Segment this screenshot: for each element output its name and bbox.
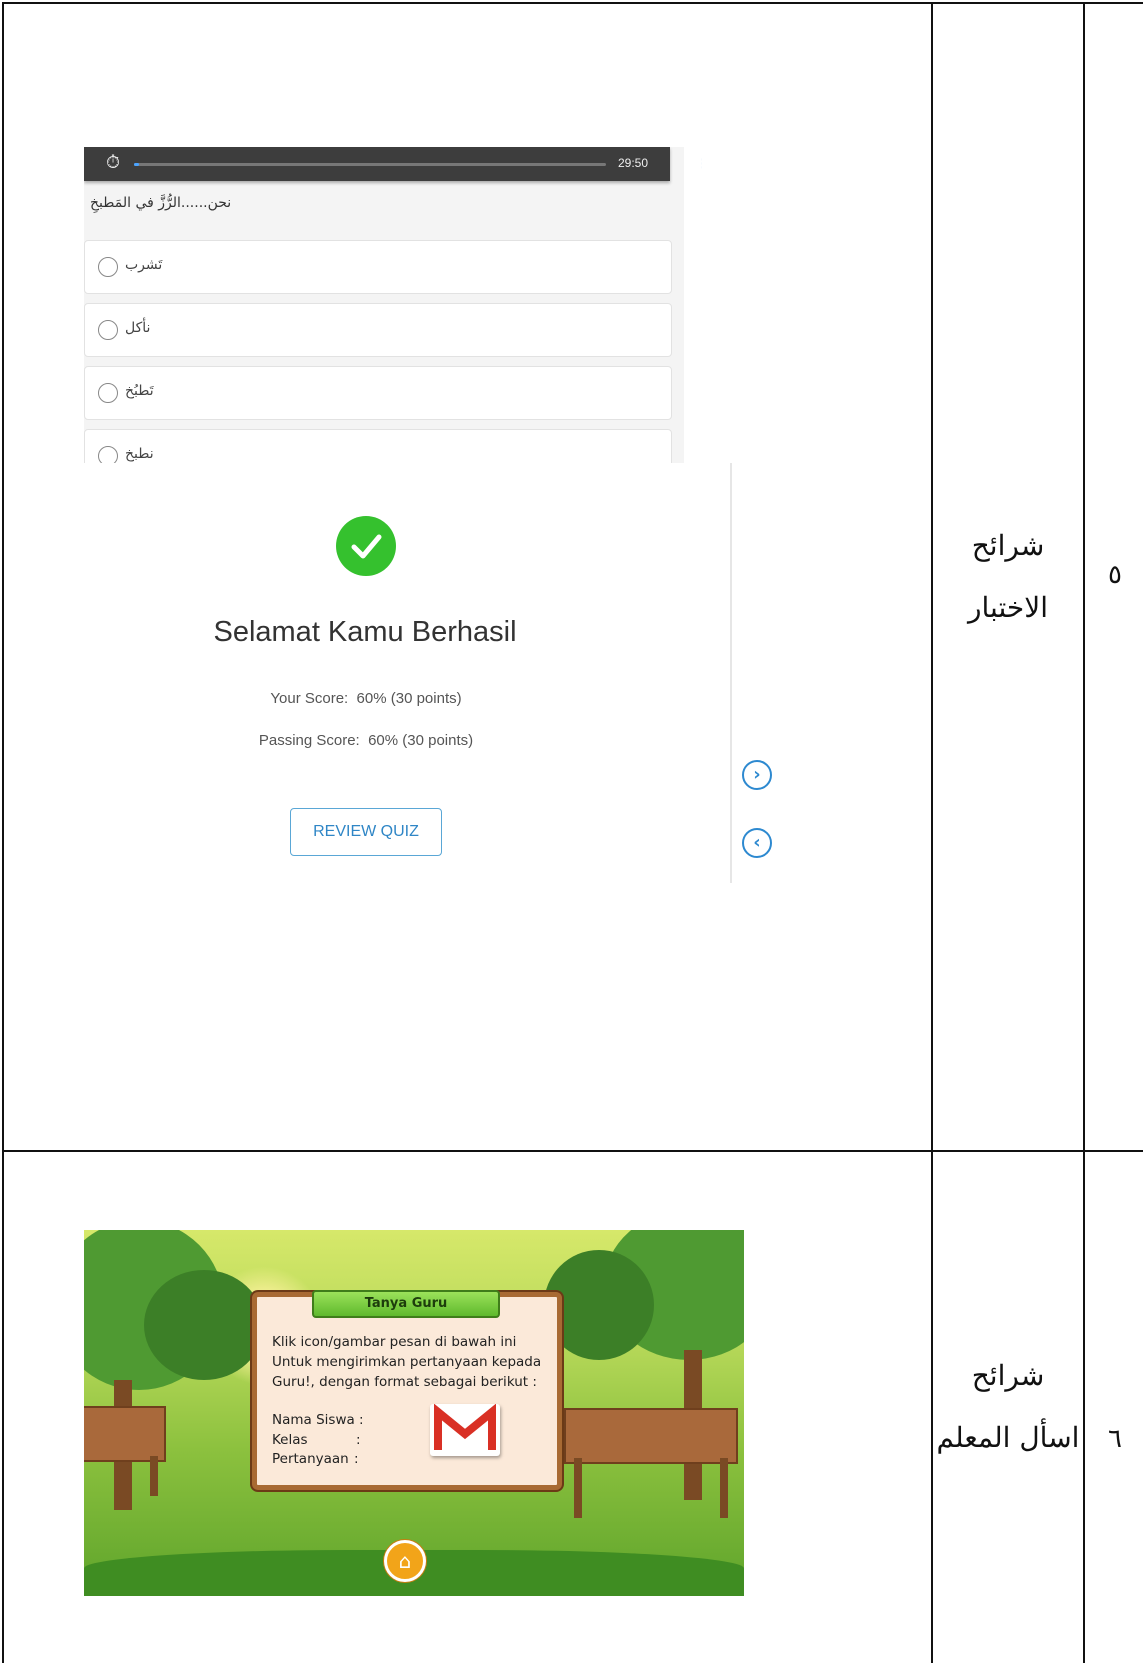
- your-score-row: Your Score: 60% (30 points): [200, 690, 532, 707]
- table-col-divider-2: [1083, 2, 1085, 1663]
- row-5-number: ٥: [1108, 560, 1122, 590]
- table-row-divider: [2, 1150, 1143, 1152]
- quiz-side-panel: [684, 147, 702, 463]
- field-question-colon: :: [354, 1451, 359, 1467]
- field-name: Nama Siswa :: [272, 1412, 364, 1428]
- bench-right-leg-1: [574, 1458, 582, 1518]
- review-quiz-button[interactable]: REVIEW QUIZ: [290, 808, 442, 856]
- row-5-label-line2: الاختبار: [967, 591, 1048, 624]
- bench-left: [84, 1406, 166, 1462]
- row-5-label-line1: شرائح: [971, 529, 1045, 562]
- your-score-value: 60% (30 points): [356, 690, 462, 707]
- table-col-divider-1: [931, 2, 933, 1663]
- tree-left-back: [144, 1270, 264, 1380]
- quiz-option-1[interactable]: تَشرب: [84, 240, 672, 294]
- your-score-label: Your Score:: [270, 690, 349, 707]
- quiz-question: نحن......الرُّزَّ في المَطبخِ: [90, 195, 232, 211]
- table-top-border: [2, 2, 1143, 4]
- row-6-label-line2: اسأل المعلم: [936, 1421, 1080, 1454]
- row-6-label: شرائح اسأل المعلم: [935, 1345, 1081, 1469]
- quiz-option-text: تَطبُخ: [125, 383, 154, 399]
- radio-button[interactable]: [98, 383, 118, 403]
- radio-button[interactable]: [98, 446, 118, 463]
- passing-score-row: Passing Score: 60% (30 points): [200, 732, 532, 749]
- quiz-screenshot: ⏱ 29:50 ≡ نحن......الرُّزَّ في المَطبخِ …: [84, 147, 702, 463]
- passing-score-value: 60% (30 points): [368, 732, 474, 749]
- prev-arrow-icon[interactable]: ‹: [742, 828, 772, 858]
- tanya-guru-screenshot: Tanya Guru Klik icon/gambar pesan di baw…: [84, 1230, 744, 1596]
- row-6-number: ٦: [1108, 1424, 1122, 1454]
- instruction-line-2: Untuk mengirimkan pertanyaan kepada: [272, 1354, 542, 1370]
- table-left-border: [2, 2, 4, 1663]
- instruction-line-3: Guru!, dengan format sebagai berikut :: [272, 1374, 537, 1390]
- result-title: Selamat Kamu Berhasil: [213, 616, 517, 648]
- bench-left-leg: [150, 1456, 158, 1496]
- quiz-option-2[interactable]: نأكل: [84, 303, 672, 357]
- menu-icon[interactable]: ≡: [700, 153, 702, 174]
- instruction-line-1: Klik icon/gambar pesan di bawah ini: [272, 1334, 517, 1350]
- dialog-title: Tanya Guru: [312, 1290, 500, 1318]
- row-5-label: شرائح الاختبار: [935, 515, 1081, 639]
- dialog-instructions: Klik icon/gambar pesan di bawah ini Untu…: [272, 1332, 552, 1392]
- quiz-option-text: نأكل: [125, 320, 151, 336]
- field-class: Kelas: [272, 1432, 308, 1448]
- next-arrow-icon[interactable]: ›: [742, 760, 772, 790]
- quiz-option-3[interactable]: تَطبُخ: [84, 366, 672, 420]
- quiz-timer-text: 29:50: [617, 156, 648, 170]
- row-6-label-line1: شرائح: [971, 1359, 1045, 1392]
- quiz-option-4[interactable]: نطبخ: [84, 429, 672, 463]
- quiz-option-text: تَشرب: [125, 257, 163, 273]
- success-check-icon: [336, 516, 396, 576]
- result-panel-border: [730, 463, 732, 883]
- quiz-option-text: نطبخ: [125, 446, 154, 462]
- passing-score-label: Passing Score:: [258, 732, 360, 749]
- quiz-timer-bar: ⏱ 29:50: [84, 147, 670, 181]
- stopwatch-icon: ⏱: [106, 152, 121, 173]
- bench-right: [564, 1408, 738, 1464]
- field-class-colon: :: [356, 1432, 361, 1448]
- home-icon[interactable]: ⌂: [384, 1540, 426, 1582]
- gmail-icon[interactable]: [430, 1403, 500, 1456]
- quiz-progress-fill: [134, 163, 139, 166]
- bench-right-leg-2: [720, 1458, 728, 1518]
- radio-button[interactable]: [98, 320, 118, 340]
- radio-button[interactable]: [98, 257, 118, 277]
- quiz-progress-track: [134, 163, 606, 166]
- field-question: Pertanyaan: [272, 1451, 349, 1467]
